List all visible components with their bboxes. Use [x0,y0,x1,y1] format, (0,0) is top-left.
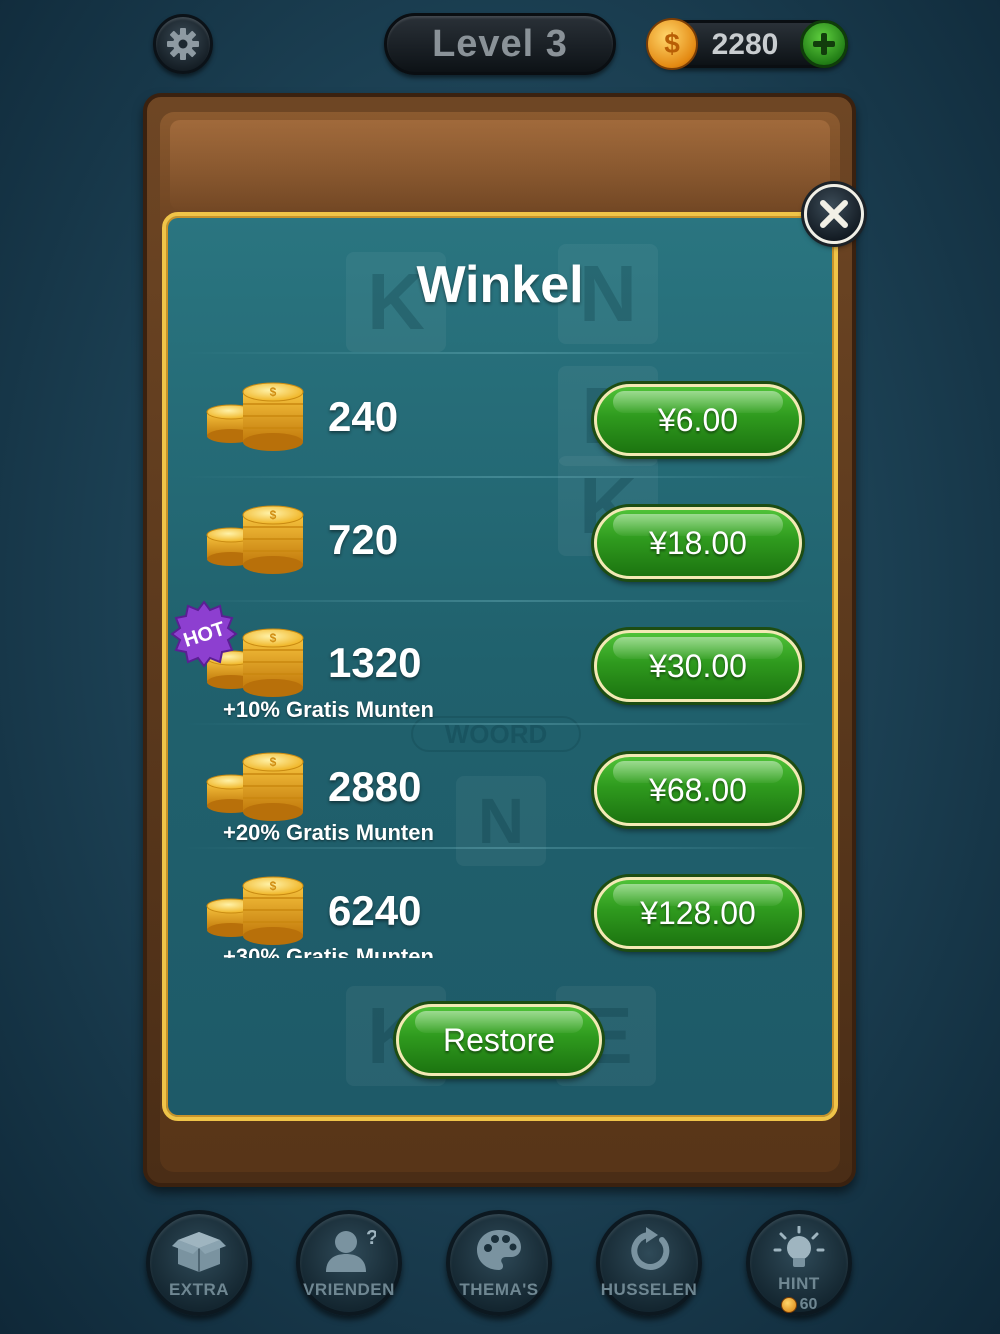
package-bonus: +30% Gratis Munten [223,944,434,958]
price-label: ¥68.00 [649,771,747,808]
price-label: ¥128.00 [640,894,756,931]
themes-label: THEMA'S [459,1280,539,1299]
gear-icon [167,28,199,60]
buy-button-6240[interactable]: ¥128.00 [594,877,802,949]
add-coins-button[interactable] [800,20,848,68]
row-divider [185,476,817,478]
shuffle-icon [631,1227,670,1270]
coin-balance: 2280 [711,28,779,61]
restore-button[interactable]: Restore [396,1004,602,1076]
row-divider [185,847,817,849]
coin-stack-icon [205,876,309,948]
buy-button-720[interactable]: ¥18.00 [594,507,802,579]
row-divider [185,600,817,602]
plus-icon [813,33,835,55]
coin-stack-icon [205,382,309,454]
coin-icon: $ [646,18,698,70]
background-word: WOORD [411,716,581,752]
extra-label: EXTRA [168,1280,230,1299]
price-label: ¥18.00 [649,524,747,561]
background-tile: N [456,776,546,866]
themes-button[interactable]: THEMA'S [446,1210,552,1316]
package-amount: 240 [328,393,399,440]
friends-button[interactable]: ? VRIENDEN [296,1210,402,1316]
coin-icon [780,1297,797,1313]
restore-label: Restore [442,1021,556,1058]
row-divider [185,723,817,725]
package-amount: 6240 [328,887,422,934]
buy-button-240[interactable]: ¥6.00 [594,384,802,456]
shop-title: Winkel [416,256,584,314]
friends-label: VRIENDEN [303,1280,395,1299]
shuffle-button[interactable]: HUSSELEN [596,1210,702,1316]
hot-badge-icon: HOT [170,600,238,668]
close-icon [820,200,848,228]
friend-question-icon: ? [326,1227,376,1272]
hint-cost: 60 [750,1296,848,1314]
hint-cost-value: 60 [799,1296,818,1313]
buy-button-1320[interactable]: ¥30.00 [594,630,802,702]
row-divider [185,352,817,354]
price-label: ¥6.00 [657,401,739,438]
buy-button-2880[interactable]: ¥68.00 [594,754,802,826]
settings-button[interactable] [153,14,213,74]
package-bonus: +10% Gratis Munten [223,697,434,722]
lightbulb-icon [773,1226,825,1267]
package-amount: 1320 [328,639,422,686]
level-label: Level 3 [432,22,568,65]
extra-button[interactable]: EXTRA [146,1210,252,1316]
hint-label: HINT [778,1274,820,1293]
box-icon [172,1232,226,1272]
coin-stack-icon [205,752,309,824]
package-amount: 720 [328,516,399,563]
shuffle-label: HUSSELEN [600,1280,698,1299]
close-button[interactable] [804,184,864,244]
package-amount: 2880 [328,763,422,810]
hint-button[interactable]: HINT 60 [746,1210,852,1316]
price-label: ¥30.00 [649,647,747,684]
wooden-frame-highlight [170,120,830,210]
level-indicator: Level 3 [384,13,616,75]
palette-icon [477,1230,521,1270]
svg-text:?: ? [366,1227,376,1249]
coin-stack-icon [205,505,309,577]
package-bonus: +20% Gratis Munten [223,820,434,845]
